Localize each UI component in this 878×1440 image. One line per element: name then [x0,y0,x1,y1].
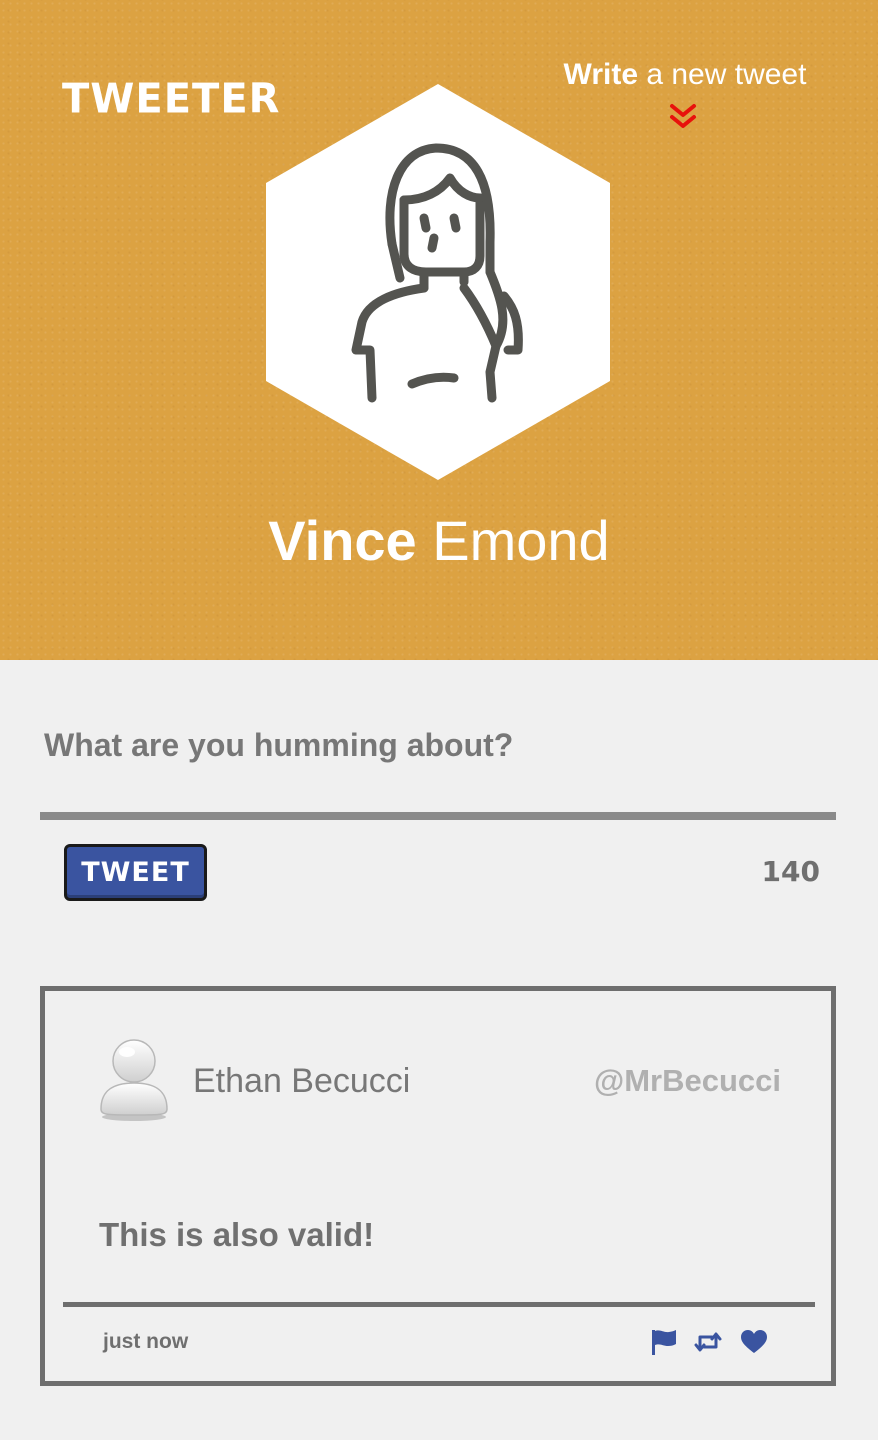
tweet-compose-input[interactable] [40,770,836,820]
character-counter: 140 [761,855,820,888]
retweet-icon[interactable] [693,1327,723,1357]
tweet-author-handle[interactable]: @MrBecucci [594,1059,781,1103]
user-last-name: Emond [416,509,610,572]
tweet-timestamp: just now [103,1330,189,1353]
double-chevron-down-icon[interactable] [668,102,698,132]
heart-icon[interactable] [739,1327,769,1357]
tweet-footer-divider [63,1302,815,1307]
profile-user-name: Vince Emond [0,506,878,576]
user-first-name: Vince [268,509,417,572]
hexagon-frame [266,84,610,480]
tweet-body-text: This is also valid! [99,1216,375,1253]
app-logo[interactable]: TWEETER [62,76,280,123]
default-user-avatar-icon [100,1039,168,1121]
tweet-submit-button[interactable]: TWEET [64,844,207,901]
compose-prompt-label: What are you humming about? [44,727,514,763]
tweet-card: Ethan Becucci @MrBecucci This is also va… [40,986,836,1386]
profile-header: TWEETER Write a new tweet Vince Emond [0,0,878,660]
tweet-author-name[interactable]: Ethan Becucci [193,1059,410,1103]
write-link-rest: a new tweet [638,58,807,91]
flag-icon[interactable] [649,1327,679,1357]
profile-avatar [266,84,610,480]
